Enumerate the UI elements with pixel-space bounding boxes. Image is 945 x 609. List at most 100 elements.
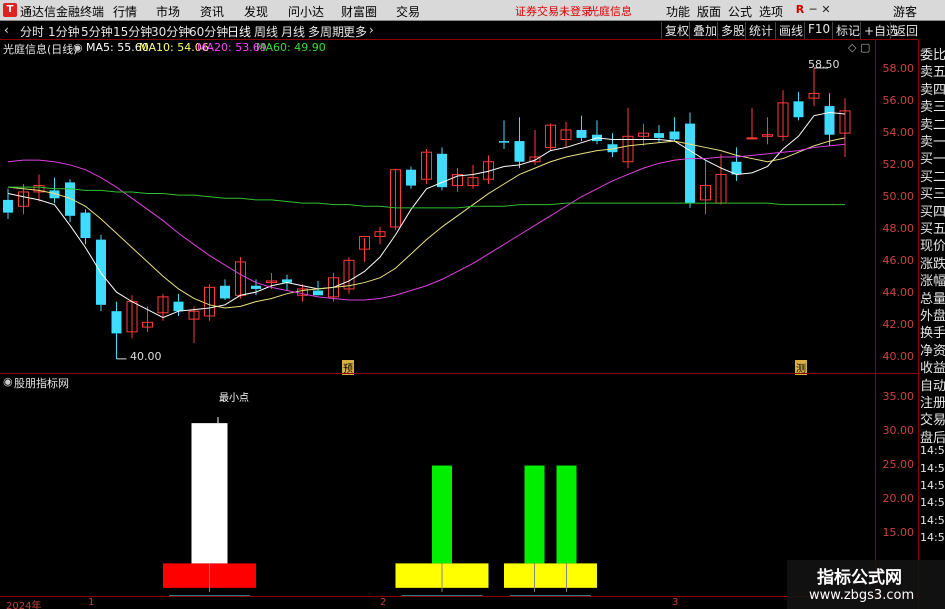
side-panel-item[interactable]: 买一 bbox=[920, 148, 945, 167]
side-panel-item[interactable]: 净资 bbox=[920, 340, 945, 359]
login-status[interactable]: 证券交易未登录 bbox=[515, 3, 592, 19]
candle-body bbox=[406, 169, 416, 186]
time-axis: 2024年 1 2 3 bbox=[0, 596, 918, 609]
period-tick[interactable]: 分时 bbox=[20, 23, 44, 40]
btn-multi-stock[interactable]: 多股 bbox=[717, 22, 748, 39]
side-panel-item[interactable]: 卖五 bbox=[920, 61, 945, 80]
btn-adjust[interactable]: 复权 bbox=[661, 22, 692, 39]
menu-options[interactable]: 选项 bbox=[759, 3, 783, 20]
menu-formula[interactable]: 公式 bbox=[728, 3, 752, 20]
more-arrow-icon[interactable]: › bbox=[369, 23, 374, 37]
candle-body bbox=[80, 212, 91, 239]
period-more[interactable]: 更多 bbox=[343, 23, 367, 40]
btn-stats[interactable]: 统计 bbox=[745, 22, 776, 39]
side-panel-item[interactable]: 卖四 bbox=[920, 79, 945, 98]
period-60min[interactable]: 60分钟 bbox=[189, 23, 228, 40]
indicator-svg bbox=[163, 417, 597, 596]
side-panel-item[interactable]: 14:56 bbox=[920, 444, 945, 457]
period-weekly[interactable]: 周线 bbox=[254, 23, 278, 40]
btn-draw[interactable]: 画线 bbox=[775, 22, 806, 39]
side-panel-item[interactable]: 收益 bbox=[920, 357, 945, 376]
side-panel-item[interactable]: 总量 bbox=[920, 288, 945, 307]
indicator-base bbox=[504, 563, 597, 588]
menu-news[interactable]: 资讯 bbox=[200, 3, 224, 20]
side-panel-item[interactable]: 注册 bbox=[920, 392, 945, 411]
watermark-url: www.zbgs3.com bbox=[809, 588, 915, 603]
indicator-chart[interactable]: ◉ 股朋指标网 最小点 bbox=[0, 374, 875, 596]
price-axis: 58.00 56.00 54.00 52.00 50.00 48.00 46.0… bbox=[875, 40, 918, 373]
ytick: 48.00 bbox=[882, 222, 915, 235]
side-panel-item[interactable]: 买五 bbox=[920, 218, 945, 237]
period-15min[interactable]: 15分钟 bbox=[113, 23, 152, 40]
candle-body bbox=[499, 141, 509, 143]
candle-body bbox=[251, 285, 261, 289]
side-panel-item[interactable]: 买二 bbox=[920, 166, 945, 185]
menu-function[interactable]: 功能 bbox=[666, 3, 690, 20]
btn-overlay[interactable]: 叠加 bbox=[689, 22, 720, 39]
side-panel-item[interactable]: 委比 bbox=[920, 44, 945, 63]
minimize-icon[interactable]: ─ bbox=[806, 2, 820, 17]
period-5min[interactable]: 5分钟 bbox=[81, 23, 113, 40]
candle-body bbox=[746, 137, 758, 140]
menu-trade[interactable]: 交易 bbox=[396, 3, 420, 20]
period-multi[interactable]: 多周期 bbox=[308, 23, 344, 40]
time-label: 2 bbox=[380, 597, 387, 608]
ma60-line bbox=[8, 186, 845, 209]
btn-f10[interactable]: F10 bbox=[804, 22, 833, 39]
menu-discover[interactable]: 发现 bbox=[244, 3, 268, 20]
indicator-bar bbox=[191, 423, 228, 564]
btn-back[interactable]: 返回 bbox=[890, 22, 921, 39]
guest-label[interactable]: 游客 bbox=[893, 3, 917, 20]
r-icon[interactable]: R bbox=[793, 2, 807, 17]
side-panel-item[interactable]: 14:56 bbox=[920, 531, 945, 544]
period-30min[interactable]: 30分钟 bbox=[151, 23, 190, 40]
candle-body bbox=[576, 129, 587, 138]
menu-fortune[interactable]: 财富圈 bbox=[341, 3, 377, 20]
side-panel-item[interactable]: 买四 bbox=[920, 201, 945, 220]
ytick: 50.00 bbox=[882, 190, 915, 203]
candle-body bbox=[654, 133, 664, 138]
time-label: 3 bbox=[672, 597, 679, 608]
side-panel-item[interactable]: 14:56 bbox=[920, 479, 945, 492]
side-panel-item[interactable]: 自动 bbox=[920, 375, 945, 394]
menu-quotes[interactable]: 行情 bbox=[113, 3, 137, 20]
side-panel-item[interactable]: 现价 bbox=[920, 235, 945, 254]
period-daily[interactable]: 日线 bbox=[227, 23, 251, 40]
indicator-bar bbox=[524, 465, 545, 564]
menu-market[interactable]: 市场 bbox=[156, 3, 180, 20]
side-panel-item[interactable]: 外盘 bbox=[920, 305, 945, 324]
period-1min[interactable]: 1分钟 bbox=[48, 23, 80, 40]
app-name: 通达信金融终端 bbox=[20, 5, 105, 19]
kline-svg bbox=[3, 67, 851, 360]
ytick: 30.00 bbox=[882, 424, 915, 437]
side-panel-item[interactable]: 交易 bbox=[920, 409, 945, 428]
candle-body bbox=[65, 182, 75, 216]
side-panel-item[interactable]: 14:56 bbox=[920, 462, 945, 475]
side-panel-item[interactable]: 14:56 bbox=[920, 496, 945, 509]
close-icon[interactable]: ✕ bbox=[819, 2, 833, 17]
period-monthly[interactable]: 月线 bbox=[281, 23, 305, 40]
side-panel-item[interactable]: 卖三 bbox=[920, 96, 945, 115]
side-panel-item[interactable]: 卖一 bbox=[920, 131, 945, 150]
side-panel-item[interactable]: 买三 bbox=[920, 183, 945, 202]
ytick: 54.00 bbox=[882, 126, 915, 139]
candle-body bbox=[220, 285, 230, 299]
side-panel-item[interactable]: 涨跌 bbox=[920, 253, 945, 272]
side-panel-item[interactable]: 卖二 bbox=[920, 114, 945, 133]
period-toolbar: ‹ 分时 1分钟 5分钟 15分钟 30分钟 60分钟 日线 周线 月线 多周期… bbox=[0, 21, 918, 40]
ytick: 42.00 bbox=[882, 318, 915, 331]
ytick: 58.00 bbox=[882, 62, 915, 75]
side-panel-item[interactable]: 涨幅 bbox=[920, 270, 945, 289]
candle-body bbox=[824, 106, 835, 135]
side-panel-item[interactable]: 14:56 bbox=[920, 514, 945, 527]
menu-ask[interactable]: 问小达 bbox=[288, 3, 324, 20]
btn-mark[interactable]: 标记 bbox=[832, 22, 863, 39]
side-panel-item[interactable]: 换手 bbox=[920, 322, 945, 341]
candle-body bbox=[514, 141, 525, 162]
time-label: 2024年 bbox=[6, 601, 42, 609]
left-arrow-icon[interactable]: ‹ bbox=[4, 23, 9, 37]
kline-chart[interactable]: 光庭信息(日线) ◉ MA5: 55.60 MA10: 54.06 MA20: … bbox=[0, 40, 875, 375]
side-panel-item[interactable]: 盘后 bbox=[920, 427, 945, 446]
menu-layout[interactable]: 版面 bbox=[697, 3, 721, 20]
title-bar: T 通达信金融终端 行情 市场 资讯 发现 问小达 财富圈 交易 证券交易未登录… bbox=[0, 0, 945, 21]
